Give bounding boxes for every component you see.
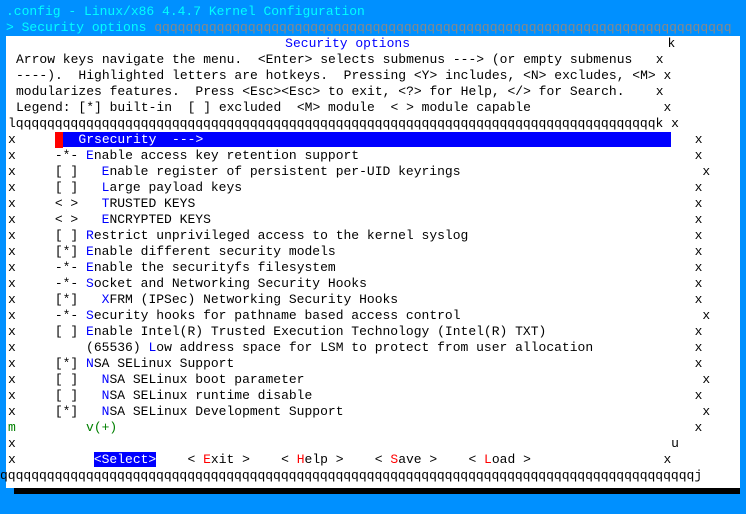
- drop-shadow: [14, 488, 740, 494]
- menu-item[interactable]: x [ ] Restrict unprivileged access to th…: [8, 228, 736, 244]
- button-bar: x <Select> < Exit > < Help > < Save > < …: [8, 452, 736, 468]
- menu-item[interactable]: x [*] NSA SELinux Development Support x: [8, 404, 736, 420]
- help-text: Arrow keys navigate the menu. <Enter> se…: [16, 52, 736, 68]
- menu-item[interactable]: x [ ] Enable register of persistent per-…: [8, 164, 736, 180]
- menu-item[interactable]: x [*] NSA SELinux Support x: [8, 356, 736, 372]
- menu-item[interactable]: x -*- Security hooks for pathname based …: [8, 308, 736, 324]
- menu-item[interactable]: m v(+) x: [8, 420, 736, 436]
- window-title: .config - Linux/x86 4.4.7 Kernel Configu…: [6, 4, 740, 20]
- menu-item[interactable]: x Grsecurity ---> x: [8, 132, 736, 148]
- help-button[interactable]: < Help >: [281, 452, 343, 467]
- exit-button[interactable]: < Exit >: [187, 452, 249, 467]
- menu-item[interactable]: x [*] Enable different security models x: [8, 244, 736, 260]
- menu-item[interactable]: x -*- Enable access key retention suppor…: [8, 148, 736, 164]
- menu-item[interactable]: x -*- Enable the securityfs filesystem x: [8, 260, 736, 276]
- help-text: ----). Highlighted letters are hotkeys. …: [16, 68, 736, 84]
- breadcrumb: > Security options qqqqqqqqqqqqqqqqqqqqq…: [6, 20, 740, 36]
- help-text: modularizes features. Press <Esc><Esc> t…: [16, 84, 736, 100]
- menu-item[interactable]: x [*] XFRM (IPSec) Networking Security H…: [8, 292, 736, 308]
- menu-item[interactable]: x (65536) Low address space for LSM to p…: [8, 340, 736, 356]
- menu-item[interactable]: x [ ] NSA SELinux boot parameter x: [8, 372, 736, 388]
- menu-item[interactable]: x [ ] Enable Intel(R) Trusted Execution …: [8, 324, 736, 340]
- save-button[interactable]: < Save >: [375, 452, 437, 467]
- panel-title: Security options k: [6, 36, 736, 52]
- select-button[interactable]: <Select>: [94, 452, 156, 467]
- menu-item[interactable]: x [ ] Large payload keys x: [8, 180, 736, 196]
- menu-item[interactable]: x [ ] NSA SELinux runtime disable x: [8, 388, 736, 404]
- load-button[interactable]: < Load >: [468, 452, 530, 467]
- menu-item[interactable]: x < > ENCRYPTED KEYS x: [8, 212, 736, 228]
- spacer-row: x u: [8, 436, 736, 452]
- box-bottom: qqqqqqqqqqqqqqqqqqqqqqqqqqqqqqqqqqqqqqqq…: [0, 468, 736, 484]
- help-text: Legend: [*] built-in [ ] excluded <M> mo…: [16, 100, 736, 116]
- menu-item[interactable]: x -*- Socket and Networking Security Hoo…: [8, 276, 736, 292]
- menu-item[interactable]: x < > TRUSTED KEYS x: [8, 196, 736, 212]
- box-top: lqqqqqqqqqqqqqqqqqqqqqqqqqqqqqqqqqqqqqqq…: [8, 116, 736, 132]
- menu-panel: Security options k Arrow keys navigate t…: [6, 36, 740, 488]
